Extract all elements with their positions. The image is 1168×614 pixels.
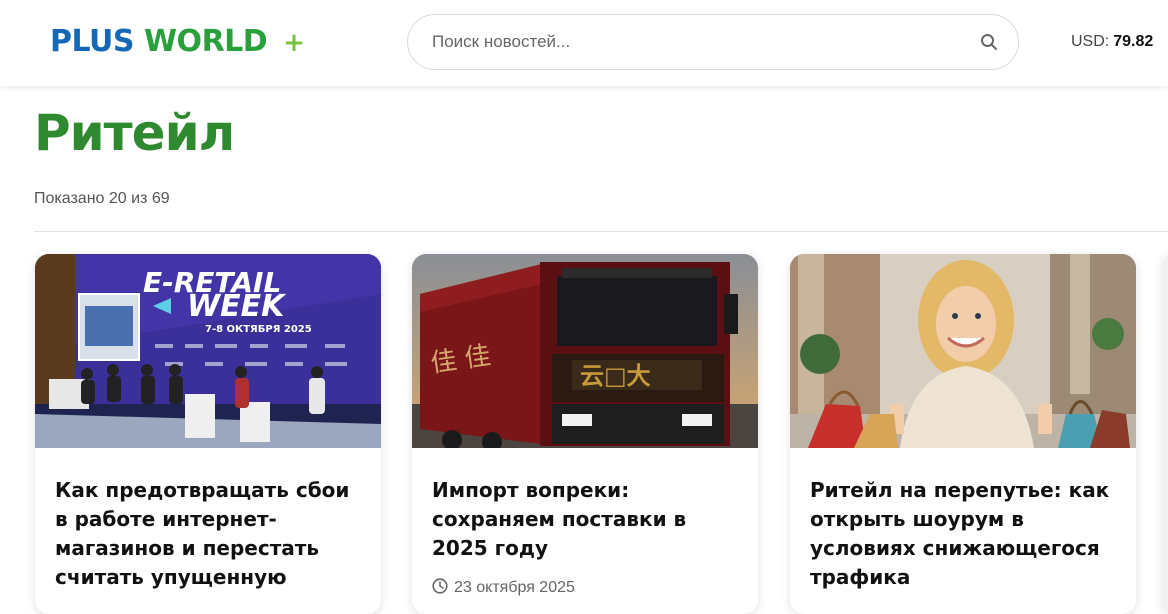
currency-label: USD:	[1071, 33, 1110, 50]
banner-date: 7-8 ОКТЯБРЯ 2025	[205, 324, 312, 335]
site-header: PLUS WORLD + USD:79.82	[0, 0, 1168, 86]
logo-world-word: WORLD	[143, 24, 268, 59]
page-title: Ритейл	[34, 104, 235, 162]
logo-plus-word: PLUS	[50, 24, 135, 59]
logo-plus-sign: +	[283, 28, 305, 58]
currency-value: 79.82	[1113, 33, 1154, 50]
news-card-title[interactable]: Как предотвращать сбои в работе интернет…	[55, 476, 367, 592]
news-card-image[interactable]	[790, 254, 1136, 448]
news-card-date: 23 октября 2025	[432, 578, 575, 597]
news-card-partial[interactable]	[1163, 254, 1168, 614]
news-card-title[interactable]: Импорт вопреки: сохраняем поставки в 202…	[432, 476, 744, 563]
search-box[interactable]	[407, 14, 1019, 70]
banner-title-line2: WEEK	[187, 289, 287, 324]
news-card-title[interactable]: Ритейл на перепутье: как открыть шоурум …	[810, 476, 1122, 592]
divider	[34, 231, 1168, 232]
news-card[interactable]: 佳 佳 云□大 Импорт вопреки: сохраняем постав…	[412, 254, 758, 614]
news-card[interactable]: E-RETAIL WEEK 7-8 ОКТЯБРЯ 2025 Как предо…	[35, 254, 381, 614]
news-card-image[interactable]: E-RETAIL WEEK 7-8 ОКТЯБРЯ 2025	[35, 254, 381, 448]
news-card[interactable]: Ритейл на перепутье: как открыть шоурум …	[790, 254, 1136, 614]
search-icon[interactable]	[980, 33, 998, 51]
results-count: Показано 20 из 69	[34, 190, 170, 207]
currency-rate: USD: 79.82	[1071, 33, 1153, 51]
site-logo[interactable]: PLUS WORLD +	[50, 24, 305, 59]
news-card-date-text: 23 октября 2025	[454, 579, 575, 596]
search-input[interactable]	[432, 27, 962, 57]
news-card-image[interactable]: 佳 佳 云□大	[412, 254, 758, 448]
clock-icon	[432, 578, 448, 594]
svg-text:云□大: 云□大	[580, 361, 651, 390]
